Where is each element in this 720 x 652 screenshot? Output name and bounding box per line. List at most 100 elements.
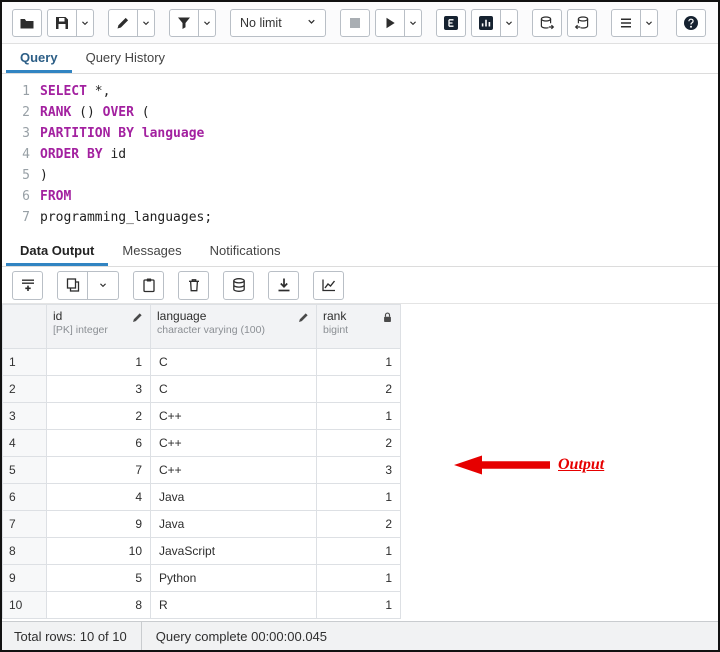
- column-header-rank[interactable]: rank bigint: [317, 305, 401, 349]
- rollback-button-group: [567, 9, 597, 37]
- trash-icon: [186, 277, 202, 293]
- filter-button[interactable]: [169, 9, 199, 37]
- query-complete-status: Query complete 00:00:00.045: [156, 629, 327, 644]
- save-button[interactable]: [47, 9, 77, 37]
- cell-id[interactable]: 9: [47, 511, 151, 538]
- row-number-cell[interactable]: 7: [3, 511, 47, 538]
- download-button[interactable]: [268, 271, 299, 300]
- cell-id[interactable]: 2: [47, 403, 151, 430]
- open-file-button-group: [12, 9, 42, 37]
- row-number-cell[interactable]: 2: [3, 376, 47, 403]
- line-number: 7: [2, 207, 40, 228]
- lock-icon: [381, 311, 394, 327]
- row-number-cell[interactable]: 9: [3, 565, 47, 592]
- row-number-cell[interactable]: 6: [3, 484, 47, 511]
- cell-id[interactable]: 4: [47, 484, 151, 511]
- table-row: 95Python1: [3, 565, 401, 592]
- column-type: bigint: [323, 324, 348, 337]
- explain-analyze-button[interactable]: [471, 9, 501, 37]
- macro-button-dropdown[interactable]: [641, 9, 658, 37]
- help-icon: [683, 15, 699, 31]
- edit-button[interactable]: [108, 9, 138, 37]
- cell-rank[interactable]: 1: [317, 538, 401, 565]
- cell-language[interactable]: C++: [151, 403, 317, 430]
- cell-rank[interactable]: 2: [317, 376, 401, 403]
- chart-button[interactable]: [313, 271, 344, 300]
- explain-button[interactable]: [436, 9, 466, 37]
- sql-editor[interactable]: 1SELECT *,2RANK () OVER (3PARTITION BY l…: [2, 74, 718, 237]
- column-name: id: [53, 309, 108, 323]
- edit-button-dropdown[interactable]: [138, 9, 155, 37]
- cell-language[interactable]: Java: [151, 484, 317, 511]
- macro-button[interactable]: [611, 9, 641, 37]
- row-number-cell[interactable]: 4: [3, 430, 47, 457]
- cell-id[interactable]: 8: [47, 592, 151, 619]
- row-number-cell[interactable]: 10: [3, 592, 47, 619]
- result-table: id [PK] integer language ch: [2, 304, 401, 619]
- code-line: 5): [2, 165, 718, 186]
- code-line: 3PARTITION BY language: [2, 123, 718, 144]
- commit-button[interactable]: [532, 9, 562, 37]
- code-line: 2RANK () OVER (: [2, 102, 718, 123]
- line-number: 1: [2, 81, 40, 102]
- tab-messages[interactable]: Messages: [108, 237, 195, 266]
- save-button-dropdown[interactable]: [77, 9, 94, 37]
- column-header-language[interactable]: language character varying (100): [151, 305, 317, 349]
- cell-id[interactable]: 1: [47, 349, 151, 376]
- cell-language[interactable]: Python: [151, 565, 317, 592]
- cell-id[interactable]: 3: [47, 376, 151, 403]
- table-row: 23C2: [3, 376, 401, 403]
- cell-language[interactable]: C: [151, 349, 317, 376]
- cell-id[interactable]: 10: [47, 538, 151, 565]
- paste-button[interactable]: [133, 271, 164, 300]
- cell-rank[interactable]: 1: [317, 565, 401, 592]
- copy-button[interactable]: [57, 271, 88, 300]
- open-file-button[interactable]: [12, 9, 42, 37]
- cell-rank[interactable]: 2: [317, 430, 401, 457]
- row-number-cell[interactable]: 8: [3, 538, 47, 565]
- add-row-button[interactable]: [12, 271, 43, 300]
- chart-button-group: [313, 271, 344, 300]
- tab-query[interactable]: Query: [6, 44, 72, 73]
- stop-button[interactable]: [340, 9, 370, 37]
- tab-notifications[interactable]: Notifications: [196, 237, 295, 266]
- rollback-button[interactable]: [567, 9, 597, 37]
- cell-language[interactable]: JavaScript: [151, 538, 317, 565]
- cell-id[interactable]: 5: [47, 565, 151, 592]
- cell-id[interactable]: 7: [47, 457, 151, 484]
- code-text: SELECT *,: [40, 81, 110, 102]
- row-number-cell[interactable]: 3: [3, 403, 47, 430]
- tab-data-output[interactable]: Data Output: [6, 237, 108, 266]
- help-button[interactable]: [676, 9, 706, 37]
- edit-column-icon: [297, 311, 310, 327]
- cell-rank[interactable]: 3: [317, 457, 401, 484]
- row-number-cell[interactable]: 5: [3, 457, 47, 484]
- tab-query-history[interactable]: Query History: [72, 44, 179, 73]
- row-limit-select[interactable]: No limit: [230, 9, 326, 37]
- output-annotation: Output: [454, 454, 604, 476]
- execute-button-dropdown[interactable]: [405, 9, 422, 37]
- table-row: 79Java2: [3, 511, 401, 538]
- cell-rank[interactable]: 1: [317, 484, 401, 511]
- save-data-button-group: [223, 271, 254, 300]
- execute-button[interactable]: [375, 9, 405, 37]
- column-header-id[interactable]: id [PK] integer: [47, 305, 151, 349]
- cell-rank[interactable]: 1: [317, 592, 401, 619]
- cell-language[interactable]: R: [151, 592, 317, 619]
- download-button-group: [268, 271, 299, 300]
- cell-language[interactable]: C: [151, 376, 317, 403]
- cell-language[interactable]: Java: [151, 511, 317, 538]
- filter-button-dropdown[interactable]: [199, 9, 216, 37]
- cell-rank[interactable]: 1: [317, 349, 401, 376]
- explain-analyze-button-dropdown[interactable]: [501, 9, 518, 37]
- save-data-button[interactable]: [223, 271, 254, 300]
- cell-language[interactable]: C++: [151, 457, 317, 484]
- cell-rank[interactable]: 1: [317, 403, 401, 430]
- cell-language[interactable]: C++: [151, 430, 317, 457]
- cell-rank[interactable]: 2: [317, 511, 401, 538]
- copy-button-dropdown[interactable]: [88, 271, 119, 300]
- cell-id[interactable]: 6: [47, 430, 151, 457]
- delete-row-button[interactable]: [178, 271, 209, 300]
- row-number-cell[interactable]: 1: [3, 349, 47, 376]
- macro-button-group: [611, 9, 658, 37]
